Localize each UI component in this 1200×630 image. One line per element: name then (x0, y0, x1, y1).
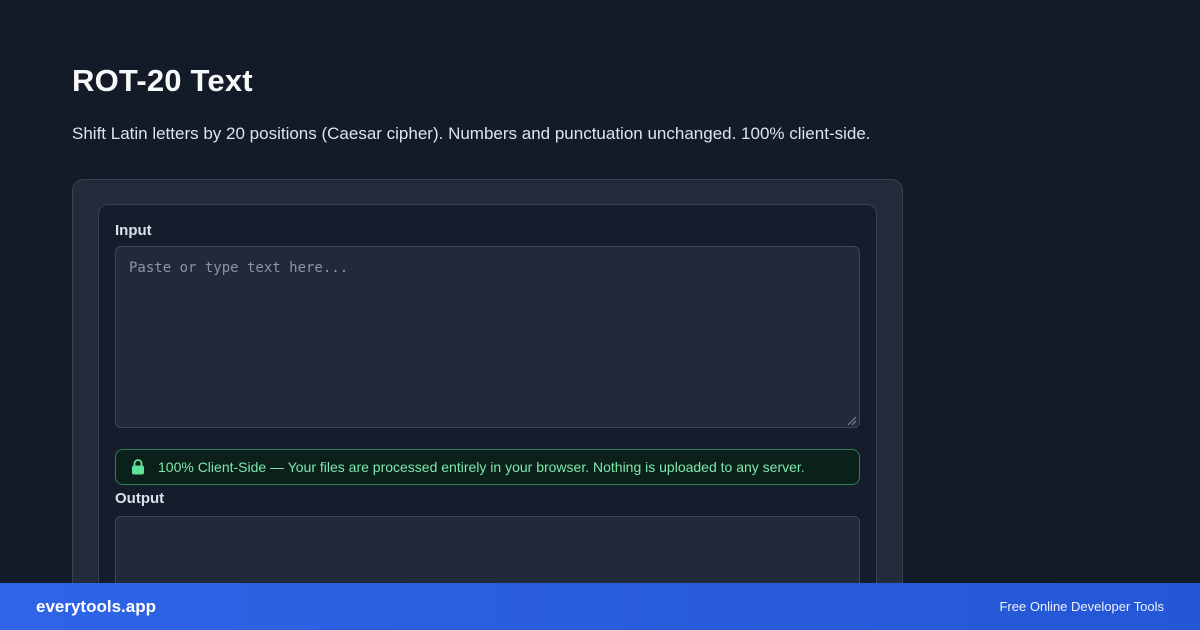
page-title: ROT-20 Text (72, 63, 903, 99)
footer-brand-link[interactable]: everytools.app (36, 597, 156, 617)
privacy-notice-text: 100% Client-Side — Your files are proces… (158, 459, 805, 475)
privacy-banner: 100% Client-Side — Your files are proces… (115, 449, 860, 485)
input-textarea[interactable] (115, 246, 860, 428)
lock-icon (131, 459, 145, 475)
footer-tagline: Free Online Developer Tools (999, 599, 1164, 614)
footer-bar: everytools.app Free Online Developer Too… (0, 583, 1200, 630)
tool-card: Input 100% Client-Side — You (72, 179, 903, 630)
input-textarea-wrapper (115, 246, 860, 428)
output-label: Output (115, 490, 860, 507)
main-content: ROT-20 Text Shift Latin letters by 20 po… (72, 0, 903, 630)
tool-panel: Input 100% Client-Side — You (98, 204, 877, 630)
page-description: Shift Latin letters by 20 positions (Cae… (72, 120, 903, 148)
resize-grip-icon[interactable] (845, 413, 857, 425)
input-label: Input (115, 222, 860, 239)
